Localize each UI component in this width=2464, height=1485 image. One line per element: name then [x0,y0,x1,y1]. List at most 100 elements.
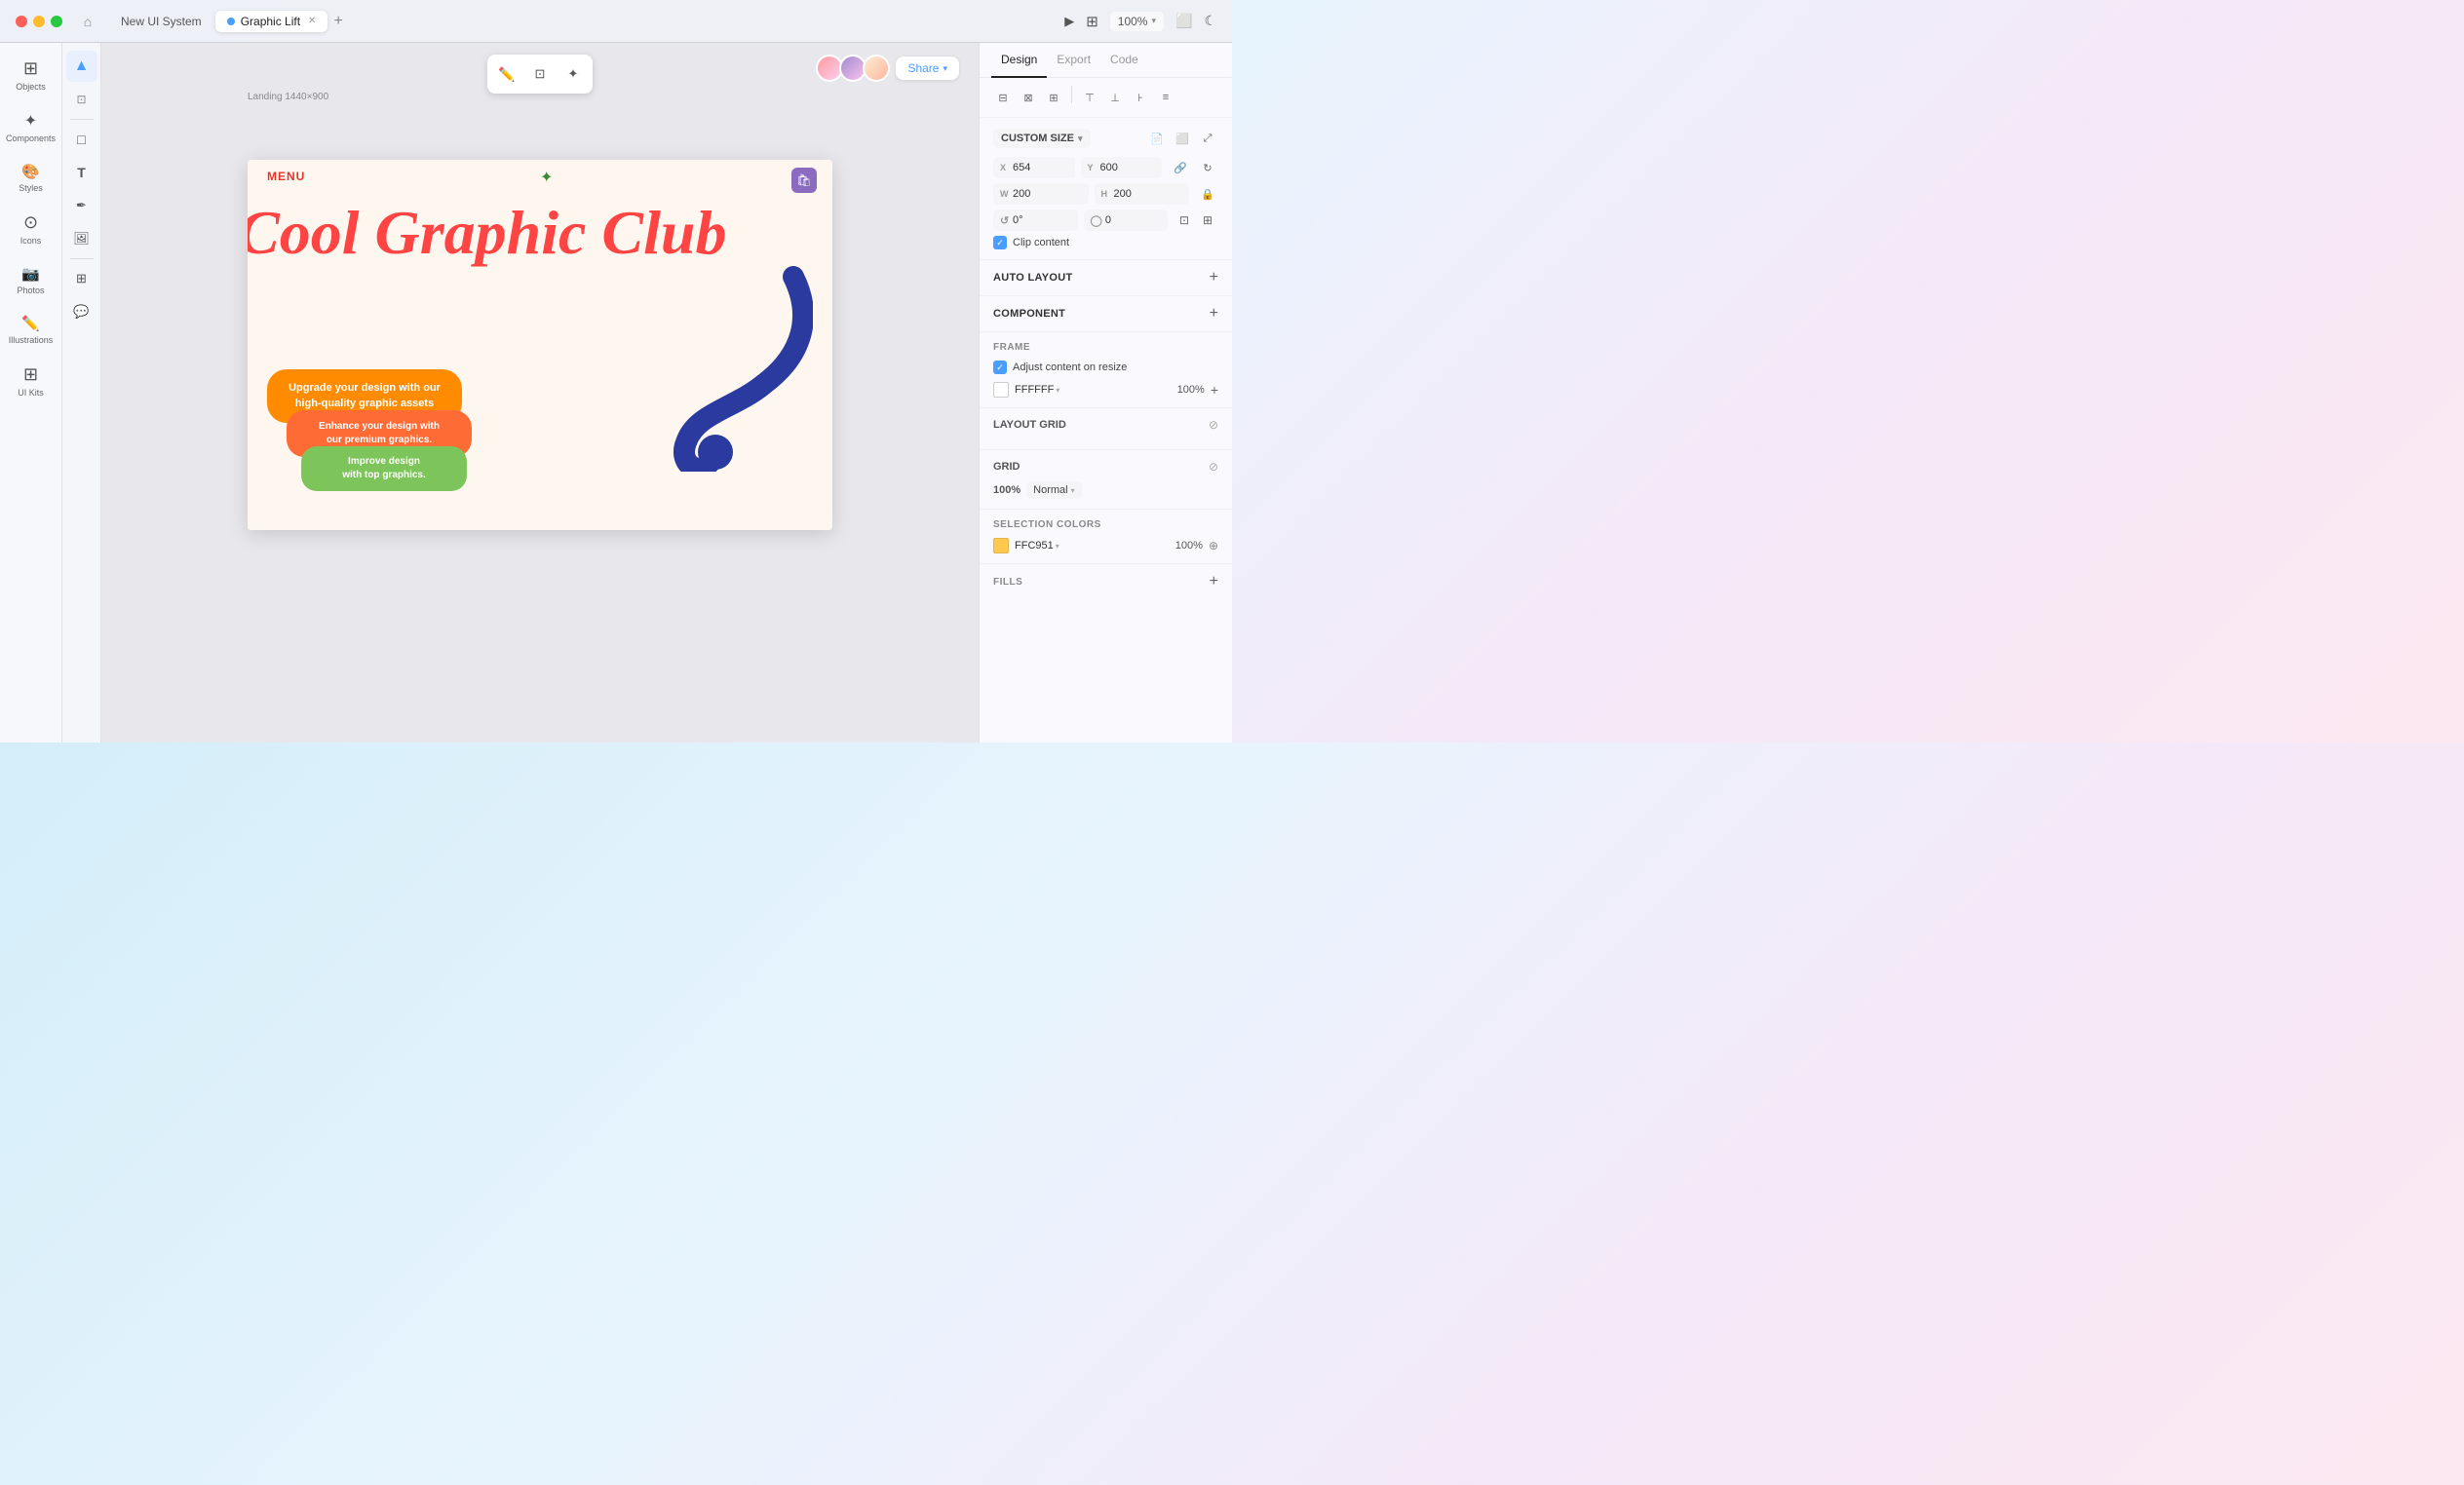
play-icon[interactable]: ▶ [1064,14,1074,29]
selection-hex-chevron-icon: ▾ [1056,542,1059,551]
align-left-btn[interactable]: ⊟ [991,86,1015,109]
sidebar-item-uikits[interactable]: ⊞ UI Kits [4,357,58,405]
sidebar-item-styles[interactable]: 🎨 Styles [4,155,58,201]
comment-tool[interactable]: 💬 [66,296,97,327]
sidebar-illustrations-label: Illustrations [9,335,54,345]
selection-color-hex[interactable]: FFC951 ▾ [1015,540,1170,552]
sidebar-item-objects[interactable]: ⊞ Objects [4,51,58,99]
clip-content-label: Clip content [1013,237,1069,248]
grid-mode-dropdown[interactable]: Normal ▾ [1026,481,1081,499]
share-chevron-icon: ▾ [943,63,947,74]
menu-text: MENU [267,170,305,183]
adjust-content-checkbox[interactable]: ✓ [993,361,1007,374]
align-divider [1071,86,1072,103]
auto-layout-add-icon[interactable]: + [1210,270,1218,286]
fullscreen-icon[interactable]: ⤢ [1197,128,1218,149]
select-icon: ▲ [74,57,90,75]
align-bottom-btn[interactable]: ⊦ [1129,86,1152,109]
components-icon: ✦ [24,111,37,131]
device-icon[interactable]: ⬜ [1172,128,1193,149]
pen-tool[interactable]: ✒ [66,190,97,221]
clip-content-row: ✓ Clip content [993,236,1218,249]
canvas-frame[interactable]: MENU ✦ 🛍 Cool Graphic Club Upgrade your … [248,160,832,530]
radius-field[interactable]: ◯ 0 [1084,209,1169,231]
canvas-area[interactable]: ✏️ ⊡ ✦ Share ▾ Landing 1440×900 [101,43,979,742]
corner-smooth-icon[interactable]: ⊞ [1197,209,1218,231]
sidebar-objects-label: Objects [16,82,46,92]
rotation-field[interactable]: ↺ 0° [993,209,1078,231]
lock-ratio-icon[interactable]: 🔒 [1197,183,1218,205]
frame-content: MENU ✦ 🛍 Cool Graphic Club Upgrade your … [248,160,832,530]
selection-color-swatch[interactable] [993,538,1009,553]
transform-tool[interactable]: ⊡ [66,84,97,115]
distribute-btn[interactable]: ≡ [1154,86,1177,109]
component-add-icon[interactable]: + [1210,306,1218,322]
grid-hide-icon[interactable]: ⊘ [1209,460,1218,474]
tab-export[interactable]: Export [1047,43,1100,78]
frame-fill-add-icon[interactable]: + [1211,382,1218,398]
clip-content-checkbox[interactable]: ✓ [993,236,1007,249]
fills-add-icon[interactable]: + [1210,574,1218,590]
align-center-v-btn[interactable]: ⊥ [1103,86,1127,109]
text-tool[interactable]: T [66,157,97,188]
tab-code[interactable]: Code [1100,43,1148,78]
w-field[interactable]: W 200 [993,183,1089,205]
sidebar-item-photos[interactable]: 📷 Photos [4,257,58,303]
page-icon[interactable]: 📄 [1146,128,1168,149]
y-field[interactable]: Y 600 [1081,157,1163,178]
frame-fill-swatch[interactable] [993,382,1009,398]
tool-divider-2 [70,258,94,259]
tab-inactive-label: New UI System [121,15,202,28]
close-button[interactable] [16,16,27,27]
tab-close-icon[interactable]: ✕ [308,16,316,26]
home-button[interactable]: ⌂ [78,12,97,31]
h-field[interactable]: H 200 [1095,183,1190,205]
edit-pen-tool[interactable]: ✏️ [491,58,522,90]
share-button[interactable]: Share ▾ [896,57,959,80]
minimize-button[interactable] [33,16,45,27]
sidebar-item-components[interactable]: ✦ Components [4,103,58,151]
text-icon: T [77,165,86,180]
sidebar-item-icons[interactable]: ⊙ Icons [4,205,58,253]
cast-icon[interactable]: ⬜ [1175,13,1192,29]
zoom-control[interactable]: 100% ▾ [1110,12,1164,31]
align-right-btn[interactable]: ⊞ [1042,86,1065,109]
component-tool[interactable]: ⊞ [66,263,97,294]
corner-individual-icon[interactable]: ⊡ [1174,209,1195,231]
corner-icons: ⊡ ⊞ [1174,209,1218,231]
rotation-icon-label: ↺ [1000,214,1010,227]
icons-icon: ⊙ [23,212,38,233]
component-tool-icon: ⊞ [76,271,87,286]
frame-fill-hex[interactable]: FFFFFF ▾ [1015,384,1172,396]
link-constraints-icon[interactable]: 🔗 [1170,157,1191,178]
sidebar-item-illustrations[interactable]: ✏️ Illustrations [4,307,58,353]
tab-design[interactable]: Design [991,43,1047,78]
grid-icon[interactable]: ⊞ [1086,13,1098,30]
tab-graphic-lift[interactable]: Graphic Lift ✕ [215,11,328,32]
selection-color-pct: 100% [1175,540,1203,552]
selection-colors-section: SELECTION COLORS FFC951 ▾ 100% ⊕ [980,510,1232,564]
h-label: H [1101,189,1111,199]
theme-icon[interactable]: ☾ [1204,13,1216,29]
maximize-button[interactable] [51,16,62,27]
x-field[interactable]: X 654 [993,157,1075,178]
custom-size-dropdown[interactable]: CUSTOM SIZE ▾ [993,129,1091,148]
xy-row: X 654 Y 600 🔗 ↻ [993,157,1218,178]
selection-color-target-icon[interactable]: ⊕ [1209,539,1218,552]
fills-header: FILLS + [993,574,1218,590]
select-tool[interactable]: ▲ [66,51,97,82]
image-tool[interactable]: 🖼 [66,223,97,254]
tab-new-ui-system[interactable]: New UI System [109,11,213,32]
frame-fill-pct: 100% [1177,384,1205,396]
layout-grid-hide-icon[interactable]: ⊘ [1209,418,1218,432]
rectangle-tool[interactable]: □ [66,124,97,155]
fills-section: FILLS + [980,564,1232,599]
frame-tool[interactable]: ⊡ [524,58,556,90]
flip-icon[interactable]: ↻ [1197,157,1218,178]
main-area: ⊞ Objects ✦ Components 🎨 Styles ⊙ Icons … [0,43,1232,742]
styles-icon: 🎨 [21,163,40,180]
add-tab-button[interactable]: + [333,13,342,30]
align-center-h-btn[interactable]: ⊠ [1017,86,1040,109]
component-canvas-tool[interactable]: ✦ [558,58,589,90]
align-top-btn[interactable]: ⊤ [1078,86,1101,109]
